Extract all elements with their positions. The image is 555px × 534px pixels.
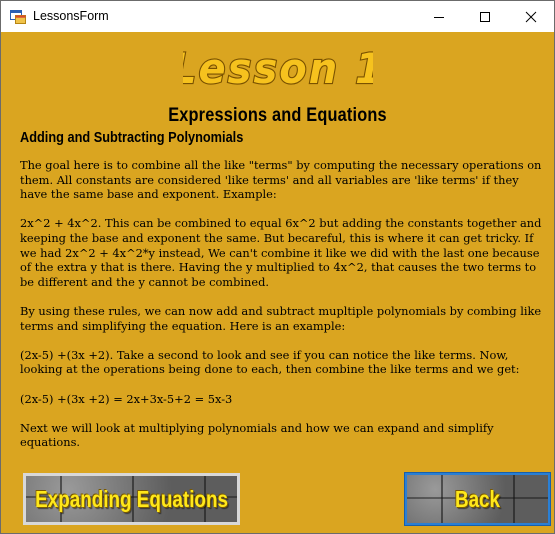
maximize-icon — [480, 11, 490, 22]
lesson-paragraph: By using these rules, we can now add and… — [20, 303, 542, 333]
expanding-equations-label: Expanding Equations — [35, 485, 228, 512]
maximize-button[interactable] — [462, 1, 508, 32]
lesson-title: Expressions and Equations — [168, 105, 387, 126]
lessons-window: LessonsForm Lesson 1 Expressions and Equ… — [0, 0, 555, 534]
lesson-paragraph: (2x-5) +(3x +2) = 2x+3x-5+2 = 5x-3 — [20, 391, 233, 406]
window-title: LessonsForm — [33, 9, 109, 23]
close-button[interactable] — [508, 1, 554, 32]
lesson-logo: Lesson 1 — [170, 42, 384, 94]
minimize-button[interactable] — [416, 1, 462, 32]
lesson-content-area: Lesson 1 Expressions and Equations Addin… — [1, 32, 554, 533]
lesson-paragraph: 2x^2 + 4x^2. This can be combined to equ… — [20, 216, 542, 289]
minimize-icon — [434, 16, 444, 18]
winforms-app-icon — [10, 9, 26, 25]
lesson-body: The goal here is to combine all the like… — [20, 158, 545, 464]
lesson-subtitle: Adding and Subtracting Polynomials — [20, 130, 244, 146]
title-bar[interactable]: LessonsForm — [1, 1, 554, 32]
lesson-paragraph: (2x-5) +(3x +2). Take a second to look a… — [20, 347, 520, 377]
back-label: Back — [454, 485, 501, 512]
back-button[interactable]: Back — [404, 472, 551, 526]
lesson-paragraph: The goal here is to combine all the like… — [20, 158, 542, 202]
close-icon — [525, 11, 537, 22]
expanding-equations-button[interactable]: Expanding Equations — [23, 473, 240, 525]
lesson-logo-text: Lesson 1 — [183, 44, 373, 90]
lesson-paragraph: Next we will look at multiplying polynom… — [20, 420, 494, 450]
